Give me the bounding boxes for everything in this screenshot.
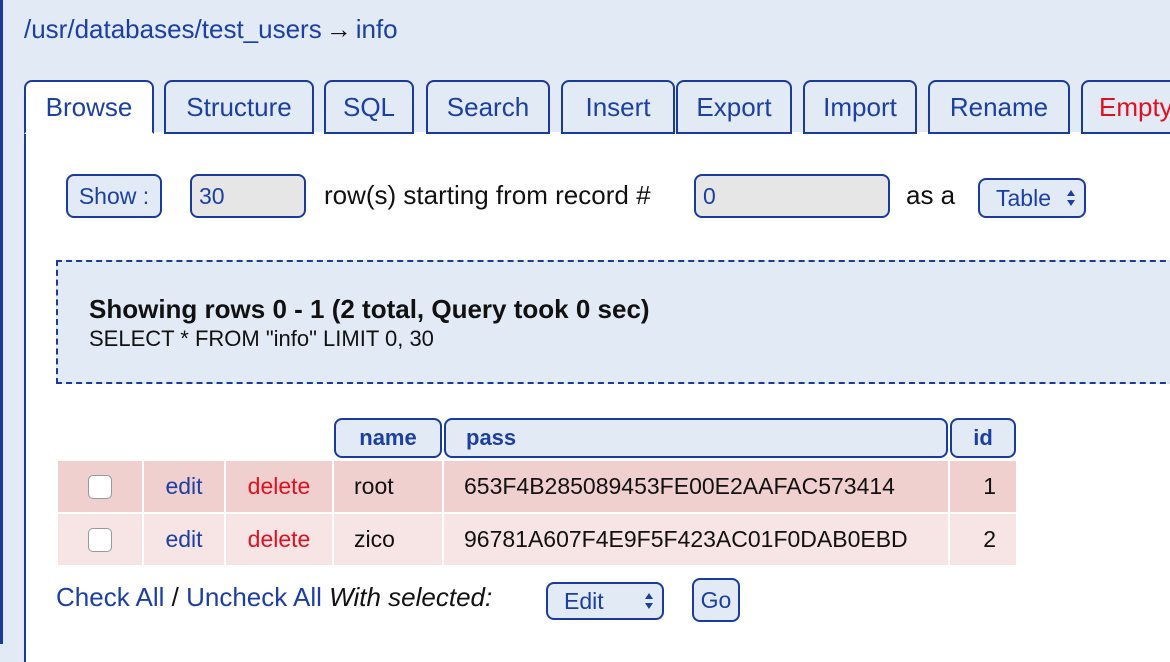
view-mode-select[interactable]: Table <box>978 178 1086 218</box>
tab-export[interactable]: Export <box>676 80 792 134</box>
result-sql-query: SELECT * FROM "info" LIMIT 0, 30 <box>89 326 434 351</box>
tab-rename[interactable]: Rename <box>928 80 1070 134</box>
view-mode-value: Table <box>996 184 1051 211</box>
tab-bar: Browse Structure SQL Search Insert Expor… <box>24 80 1170 134</box>
rows-count-input[interactable]: 30 <box>190 174 306 218</box>
edit-link[interactable]: edit <box>144 461 226 512</box>
up-down-arrows-icon <box>1067 190 1075 206</box>
tab-search[interactable]: Search <box>426 80 550 134</box>
column-header-name[interactable]: name <box>334 418 442 458</box>
left-frame-border <box>0 0 3 644</box>
as-a-label: as a <box>906 180 956 210</box>
breadcrumb-database-link[interactable]: /usr/databases/test_users <box>24 14 322 44</box>
check-all-link[interactable]: Check All <box>56 582 164 612</box>
starting-from-label: row(s) starting from record # <box>324 180 651 210</box>
delete-link[interactable]: delete <box>226 461 334 512</box>
query-result-box: Showing rows 0 - 1 (2 total, Query took … <box>56 260 1170 384</box>
breadcrumb: /usr/databases/test_users → info <box>24 14 398 45</box>
bulk-action-select[interactable]: Edit <box>546 582 664 620</box>
tab-import[interactable]: Import <box>803 80 917 134</box>
with-selected-label: With selected: <box>329 582 493 612</box>
uncheck-all-link[interactable]: Uncheck All <box>186 582 322 612</box>
cell-pass: 96781A607F4E9F5F423AC01F0DAB0EBD <box>444 514 950 565</box>
delete-link[interactable]: delete <box>226 514 334 565</box>
go-button[interactable]: Go <box>692 578 740 622</box>
breadcrumb-arrow: → <box>325 14 352 44</box>
row-checkbox[interactable] <box>88 527 112 552</box>
table-row: edit delete zico 96781A607F4E9F5F423AC01… <box>58 514 1016 565</box>
bulk-action-value: Edit <box>564 587 604 614</box>
cell-pass: 653F4B285089453FE00E2AAFAC573414 <box>444 461 950 512</box>
tab-empty[interactable]: Empty <box>1081 80 1170 134</box>
tab-structure[interactable]: Structure <box>164 80 314 134</box>
column-header-pass[interactable]: pass <box>444 418 948 458</box>
start-record-input[interactable]: 0 <box>694 174 890 218</box>
cell-name: zico <box>334 514 444 565</box>
tab-sql[interactable]: SQL <box>324 80 414 134</box>
cell-id: 2 <box>983 526 996 552</box>
row-select-cell <box>58 461 144 512</box>
bulk-actions-bar: Check All / Uncheck All With selected: <box>56 582 492 613</box>
cell-id: 1 <box>983 473 996 499</box>
edit-link[interactable]: edit <box>144 514 226 565</box>
show-button[interactable]: Show : <box>66 174 162 218</box>
up-down-arrows-icon <box>645 593 653 609</box>
breadcrumb-table-link[interactable]: info <box>356 14 398 44</box>
slash-separator: / <box>171 582 179 612</box>
tab-browse[interactable]: Browse <box>24 80 154 134</box>
cell-name: root <box>334 461 444 512</box>
tab-insert[interactable]: Insert <box>561 80 675 134</box>
result-summary: Showing rows 0 - 1 (2 total, Query took … <box>89 294 650 324</box>
row-checkbox[interactable] <box>88 474 112 499</box>
row-select-cell <box>58 514 144 565</box>
column-header-id[interactable]: id <box>950 418 1016 458</box>
table-row: edit delete root 653F4B285089453FE00E2AA… <box>58 461 1016 512</box>
